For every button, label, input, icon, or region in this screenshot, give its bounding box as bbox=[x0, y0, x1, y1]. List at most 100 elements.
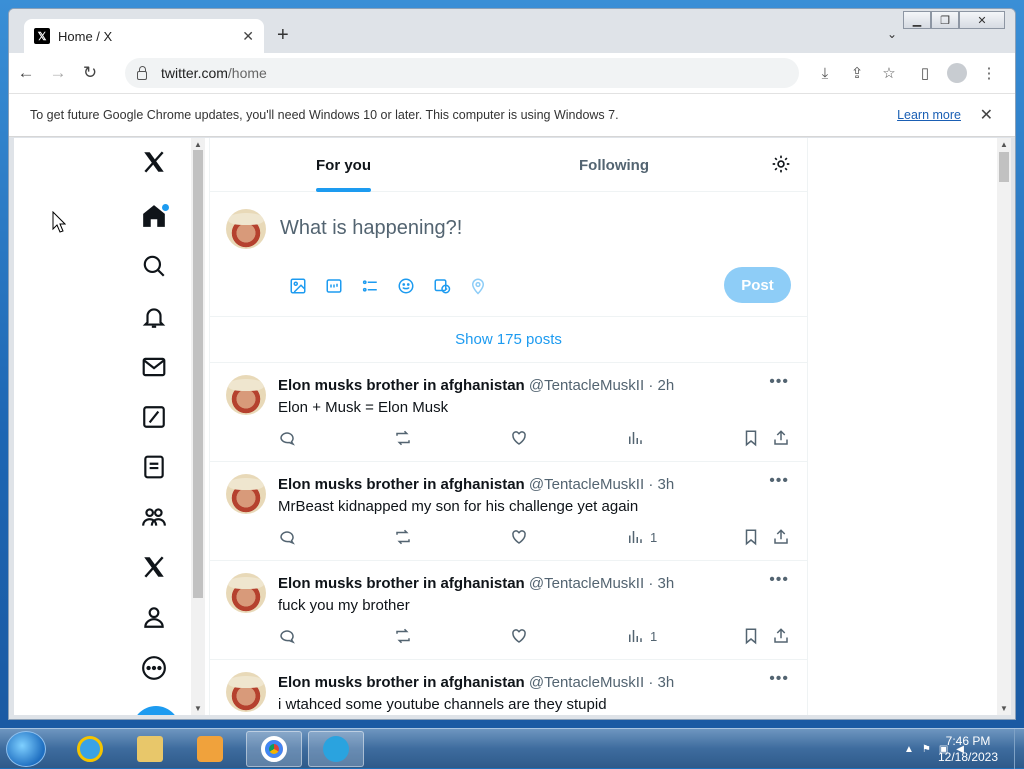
reply-icon[interactable] bbox=[278, 429, 296, 447]
new-tab-button[interactable]: + bbox=[277, 24, 289, 47]
author-name[interactable]: Elon musks brother in afghanistan bbox=[278, 674, 525, 691]
tweet-time[interactable]: · 3h bbox=[648, 476, 674, 493]
close-window-button[interactable]: ✕ bbox=[959, 11, 1005, 29]
communities-icon[interactable] bbox=[129, 497, 179, 537]
search-icon[interactable] bbox=[129, 246, 179, 286]
chrome-taskbar-icon[interactable] bbox=[246, 731, 302, 767]
reply-icon[interactable] bbox=[278, 528, 296, 546]
author-handle[interactable]: @TentacleMuskII bbox=[529, 476, 644, 493]
media-player-icon[interactable] bbox=[182, 731, 238, 767]
forward-arrow-icon[interactable]: → bbox=[43, 58, 73, 88]
avatar[interactable] bbox=[226, 474, 266, 514]
start-orb-icon[interactable] bbox=[6, 731, 46, 767]
reply-icon[interactable] bbox=[278, 627, 296, 645]
nav-scrollbar-thumb[interactable] bbox=[193, 150, 203, 598]
learn-more-link[interactable]: Learn more bbox=[897, 108, 961, 122]
minimize-button[interactable]: ▁ bbox=[903, 11, 931, 29]
more-dots-icon[interactable]: ••• bbox=[769, 670, 789, 688]
views-chart-icon[interactable]: 1 bbox=[626, 627, 657, 645]
install-app-icon[interactable]: ⤓ bbox=[809, 65, 841, 82]
repost-icon[interactable] bbox=[394, 627, 412, 645]
bookmark-star-icon[interactable]: ☆ bbox=[873, 64, 905, 82]
scroll-up-arrow-icon[interactable]: ▲ bbox=[194, 140, 202, 149]
location-pin-icon[interactable] bbox=[460, 276, 496, 296]
avatar[interactable] bbox=[226, 672, 266, 712]
reload-icon[interactable]: ↻ bbox=[75, 58, 105, 88]
premium-x-icon[interactable] bbox=[129, 547, 179, 587]
repost-icon[interactable] bbox=[394, 528, 412, 546]
image-icon[interactable] bbox=[280, 276, 316, 296]
close-tab-icon[interactable]: ✕ bbox=[242, 28, 254, 45]
telegram-icon[interactable] bbox=[308, 731, 364, 767]
page-scrollbar[interactable]: ▲ ▼ bbox=[997, 138, 1011, 715]
tab-for-you[interactable]: For you bbox=[316, 138, 371, 192]
schedule-icon[interactable] bbox=[424, 276, 460, 296]
tweet-time[interactable]: · 3h bbox=[648, 575, 674, 592]
page-scrollbar-thumb[interactable] bbox=[999, 152, 1009, 182]
grok-slash-icon[interactable] bbox=[129, 397, 179, 437]
post-button[interactable]: Post bbox=[724, 267, 791, 303]
address-bar[interactable]: twitter.com/home bbox=[125, 58, 799, 88]
file-explorer-icon[interactable] bbox=[122, 731, 178, 767]
tweet-time[interactable]: · 3h bbox=[648, 674, 674, 691]
scroll-down-arrow-icon[interactable]: ▼ bbox=[1000, 704, 1008, 713]
lock-icon[interactable] bbox=[137, 65, 147, 80]
kebab-menu-icon[interactable]: ⋮ bbox=[973, 64, 1005, 82]
tweet[interactable]: Elon musks brother in afghanistan @Tenta… bbox=[210, 462, 807, 561]
profile-icon[interactable] bbox=[129, 597, 179, 637]
more-dots-icon[interactable]: ••• bbox=[769, 571, 789, 589]
internet-explorer-icon[interactable] bbox=[62, 731, 118, 767]
like-heart-icon[interactable] bbox=[510, 528, 528, 546]
tab-search-chevron-icon[interactable]: ⌄ bbox=[887, 27, 897, 41]
tweet[interactable]: Elon musks brother in afghanistan @Tenta… bbox=[210, 660, 807, 715]
close-infobar-icon[interactable]: ✕ bbox=[980, 105, 993, 125]
poll-icon[interactable] bbox=[352, 276, 388, 296]
share-icon[interactable] bbox=[772, 528, 790, 546]
more-circle-icon[interactable] bbox=[129, 648, 179, 688]
back-arrow-icon[interactable]: ← bbox=[11, 58, 41, 88]
more-dots-icon[interactable]: ••• bbox=[769, 472, 789, 490]
tweet-time[interactable]: · 2h bbox=[648, 377, 674, 394]
nav-scrollbar[interactable]: ▲ ▼ bbox=[191, 138, 205, 715]
author-handle[interactable]: @TentacleMuskII bbox=[529, 575, 644, 592]
show-posts-link[interactable]: Show 175 posts bbox=[210, 317, 807, 363]
tray-expand-icon[interactable]: ▲ bbox=[904, 744, 914, 755]
like-heart-icon[interactable] bbox=[510, 627, 528, 645]
lists-icon[interactable] bbox=[129, 447, 179, 487]
home-icon[interactable] bbox=[129, 196, 179, 236]
side-panel-icon[interactable]: ▯ bbox=[909, 64, 941, 82]
emoji-icon[interactable] bbox=[388, 276, 424, 296]
avatar[interactable] bbox=[226, 573, 266, 613]
profile-avatar-icon[interactable] bbox=[947, 63, 967, 83]
scroll-up-arrow-icon[interactable]: ▲ bbox=[1000, 140, 1008, 149]
more-dots-icon[interactable]: ••• bbox=[769, 373, 789, 391]
author-handle[interactable]: @TentacleMuskII bbox=[529, 674, 644, 691]
envelope-icon[interactable] bbox=[129, 347, 179, 387]
avatar[interactable] bbox=[226, 209, 266, 249]
composer-input[interactable]: What is happening?! bbox=[280, 217, 462, 240]
gif-icon[interactable] bbox=[316, 276, 352, 296]
author-handle[interactable]: @TentacleMuskII bbox=[529, 377, 644, 394]
show-desktop-button[interactable] bbox=[1014, 729, 1024, 769]
scroll-down-arrow-icon[interactable]: ▼ bbox=[194, 704, 202, 713]
views-chart-icon[interactable]: 1 bbox=[626, 528, 657, 546]
like-heart-icon[interactable] bbox=[510, 429, 528, 447]
bookmark-icon[interactable] bbox=[742, 627, 760, 645]
share-icon[interactable]: ⇪ bbox=[841, 64, 873, 82]
author-name[interactable]: Elon musks brother in afghanistan bbox=[278, 377, 525, 394]
bell-icon[interactable] bbox=[129, 297, 179, 337]
author-name[interactable]: Elon musks brother in afghanistan bbox=[278, 476, 525, 493]
share-icon[interactable] bbox=[772, 429, 790, 447]
author-name[interactable]: Elon musks brother in afghanistan bbox=[278, 575, 525, 592]
restore-button[interactable]: ❐ bbox=[931, 11, 959, 29]
tab-home[interactable]: 𝕏 Home / X ✕ bbox=[24, 19, 264, 53]
clock[interactable]: 7:46 PM 12/18/2023 bbox=[920, 733, 1016, 765]
tweet[interactable]: Elon musks brother in afghanistan @Tenta… bbox=[210, 363, 807, 462]
views-chart-icon[interactable] bbox=[626, 429, 650, 447]
tab-following[interactable]: Following bbox=[579, 138, 649, 192]
bookmark-icon[interactable] bbox=[742, 429, 760, 447]
x-logo-nav-icon[interactable] bbox=[129, 142, 179, 182]
avatar[interactable] bbox=[226, 375, 266, 415]
repost-icon[interactable] bbox=[394, 429, 412, 447]
gear-icon[interactable] bbox=[771, 154, 791, 174]
